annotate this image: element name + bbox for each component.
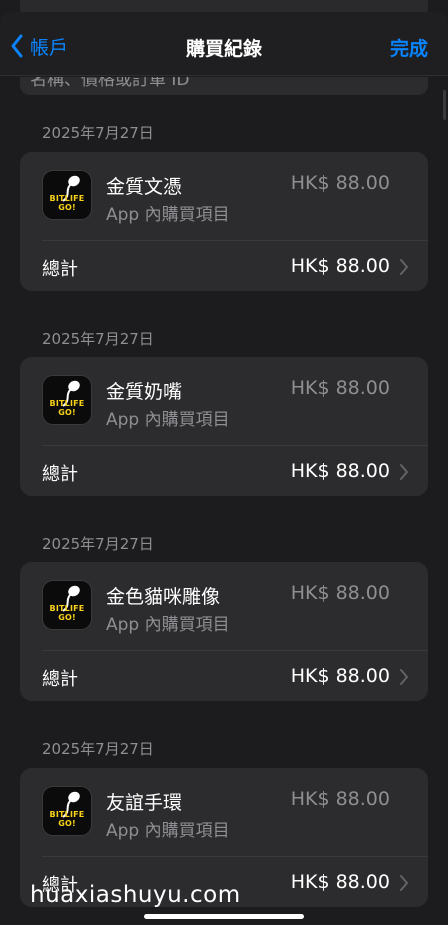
chevron-right-icon [400, 669, 408, 685]
total-price: HK$ 88.00 [290, 460, 390, 482]
bitlife-app-icon: BITLIFE GO! [42, 375, 92, 425]
item-name: 友誼手環 [106, 792, 183, 814]
divider [42, 445, 428, 446]
purchase-card[interactable]: BITLIFE GO! 金質奶嘴 App 內購買項目 HK$ 88.00 總計 … [20, 357, 428, 496]
purchase-date: 2025年7月27日 [42, 740, 154, 758]
item-price: HK$ 88.00 [290, 788, 390, 810]
watermark: huaxiashuyu.com [30, 882, 241, 908]
app-icon-label: BITLIFE GO! [49, 604, 85, 622]
item-type: App 內購買項目 [106, 821, 230, 841]
total-label: 總計 [42, 259, 78, 280]
divider [42, 240, 428, 241]
item-price: HK$ 88.00 [290, 582, 390, 604]
search-placeholder: 名稱、價格或訂單 ID [30, 77, 190, 90]
divider [42, 856, 428, 857]
purchase-card[interactable]: BITLIFE GO! 金質文憑 App 內購買項目 HK$ 88.00 總計 … [20, 152, 428, 291]
search-field[interactable]: 名稱、價格或訂單 ID [20, 77, 428, 95]
purchase-date: 2025年7月27日 [42, 124, 154, 142]
app-icon-label: BITLIFE GO! [49, 810, 85, 828]
item-price: HK$ 88.00 [290, 377, 390, 399]
chevron-right-icon [400, 875, 408, 891]
scrollbar[interactable] [443, 90, 446, 120]
purchase-date: 2025年7月27日 [42, 330, 154, 348]
item-name: 金質奶嘴 [106, 381, 183, 403]
bitlife-app-icon: BITLIFE GO! [42, 786, 92, 836]
item-type: App 內購買項目 [106, 615, 230, 635]
total-price: HK$ 88.00 [290, 665, 390, 687]
page-title: 購買紀錄 [185, 38, 262, 60]
done-button[interactable]: 完成 [390, 34, 428, 61]
chevron-right-icon [400, 464, 408, 480]
bitlife-app-icon: BITLIFE GO! [42, 170, 92, 220]
item-price: HK$ 88.00 [290, 172, 390, 194]
app-icon-label: BITLIFE GO! [49, 399, 85, 417]
purchase-card[interactable]: BITLIFE GO! 金色貓咪雕像 App 內購買項目 HK$ 88.00 總… [20, 562, 428, 701]
chevron-right-icon [400, 259, 408, 275]
bitlife-app-icon: BITLIFE GO! [42, 580, 92, 630]
total-price: HK$ 88.00 [290, 255, 390, 277]
total-label: 總計 [42, 669, 78, 690]
divider [42, 650, 428, 651]
item-name: 金質文憑 [106, 176, 183, 198]
app-icon-label: BITLIFE GO! [49, 194, 85, 212]
total-price: HK$ 88.00 [290, 871, 390, 893]
item-type: App 內購買項目 [106, 205, 230, 225]
purchase-date: 2025年7月27日 [42, 535, 154, 553]
home-indicator[interactable] [144, 914, 304, 919]
item-type: App 內購買項目 [106, 410, 230, 430]
total-label: 總計 [42, 464, 78, 485]
item-name: 金色貓咪雕像 [106, 586, 221, 608]
navigation-bar: 帳戶 購買紀錄 完成 [0, 12, 448, 76]
